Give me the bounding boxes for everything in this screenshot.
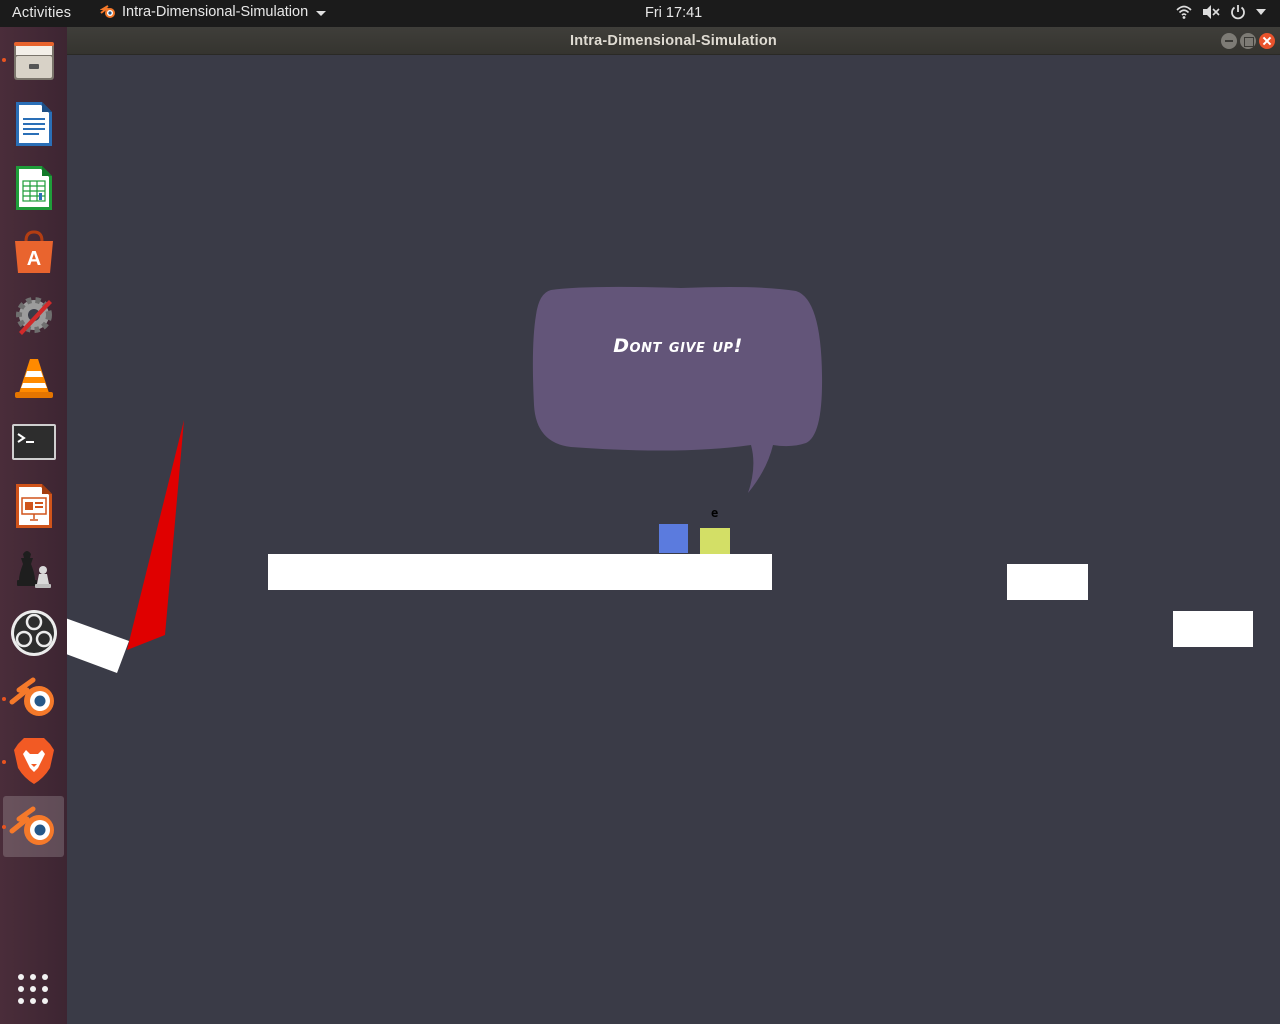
- calc-spreadsheet-icon: [15, 165, 52, 210]
- app-menu-label: Intra-Dimensional-Simulation: [122, 4, 309, 20]
- wifi-icon: [1176, 5, 1192, 19]
- app-grid-icon[interactable]: [16, 972, 50, 1006]
- window-titlebar[interactable]: Intra-Dimensional-Simulation: [67, 27, 1280, 55]
- speech-bubble: [532, 286, 823, 493]
- floating-platform: [1007, 564, 1088, 600]
- blender-logo-icon: [100, 5, 115, 18]
- running-indicator: [2, 760, 6, 764]
- dock: A: [0, 27, 67, 1024]
- dock-item-files[interactable]: [3, 30, 64, 91]
- dock-item-libreoffice-calc[interactable]: [3, 157, 64, 218]
- dock-item-vlc[interactable]: [3, 347, 64, 408]
- running-indicator: [2, 825, 6, 829]
- clock[interactable]: Fri 17:41: [645, 5, 702, 21]
- software-bag-icon: A: [14, 229, 53, 273]
- power-icon: [1231, 5, 1245, 20]
- dock-item-ubuntu-software[interactable]: A: [3, 221, 64, 282]
- dock-item-brave[interactable]: [3, 730, 64, 791]
- obs-logo-icon: [10, 609, 57, 656]
- speech-bubble-text: Dont give up!: [613, 335, 743, 357]
- key-hint: e: [711, 506, 719, 520]
- chevron-down-icon: [1256, 9, 1266, 15]
- volume-muted-icon: [1203, 5, 1220, 19]
- player-yellow-cube: [700, 528, 730, 554]
- app-menu[interactable]: Intra-Dimensional-Simulation: [100, 4, 327, 20]
- dock-item-system-tools[interactable]: [3, 284, 64, 345]
- top-bar: Activities Intra-Dimensional-Simulation …: [0, 0, 1280, 27]
- floating-platform: [1173, 611, 1253, 647]
- window-title: Intra-Dimensional-Simulation: [569, 33, 777, 49]
- dock-item-libreoffice-impress[interactable]: [3, 475, 64, 536]
- running-indicator: [2, 697, 6, 701]
- maximize-button[interactable]: [1240, 33, 1256, 49]
- terminal-icon: [11, 423, 56, 460]
- brave-lion-icon: [13, 737, 54, 784]
- running-indicator: [2, 58, 6, 62]
- tilted-platform: [67, 618, 129, 673]
- window-controls: [1221, 33, 1275, 49]
- close-button[interactable]: [1259, 33, 1275, 49]
- game-viewport[interactable]: Dont give up! e: [67, 55, 1280, 1024]
- activities-button[interactable]: Activities: [12, 5, 71, 21]
- traffic-cone-icon: [14, 358, 53, 398]
- red-spike: [127, 420, 184, 650]
- dock-item-obs-studio[interactable]: [3, 602, 64, 663]
- writer-document-icon: [15, 101, 52, 146]
- blender-logo-icon: [9, 806, 54, 845]
- dock-item-libreoffice-writer[interactable]: [3, 93, 64, 154]
- dock-item-chess[interactable]: [3, 538, 64, 599]
- impress-presentation-icon: [15, 483, 52, 528]
- minimize-button[interactable]: [1221, 33, 1237, 49]
- main-platform: [268, 554, 772, 590]
- blender-logo-icon: [9, 677, 54, 716]
- system-tray[interactable]: [1176, 4, 1266, 20]
- player-blue-cube: [659, 524, 688, 553]
- caret-down-icon: [316, 10, 327, 16]
- svg-text:A: A: [26, 248, 40, 270]
- dock-item-blender-game[interactable]: [3, 796, 64, 857]
- dock-item-blender[interactable]: [3, 667, 64, 728]
- file-cabinet-icon: [13, 41, 54, 80]
- spike-obstacle: [67, 420, 184, 673]
- dock-item-terminal[interactable]: [3, 411, 64, 472]
- chess-pieces-icon: [16, 550, 51, 588]
- gear-wrench-icon: [15, 296, 52, 335]
